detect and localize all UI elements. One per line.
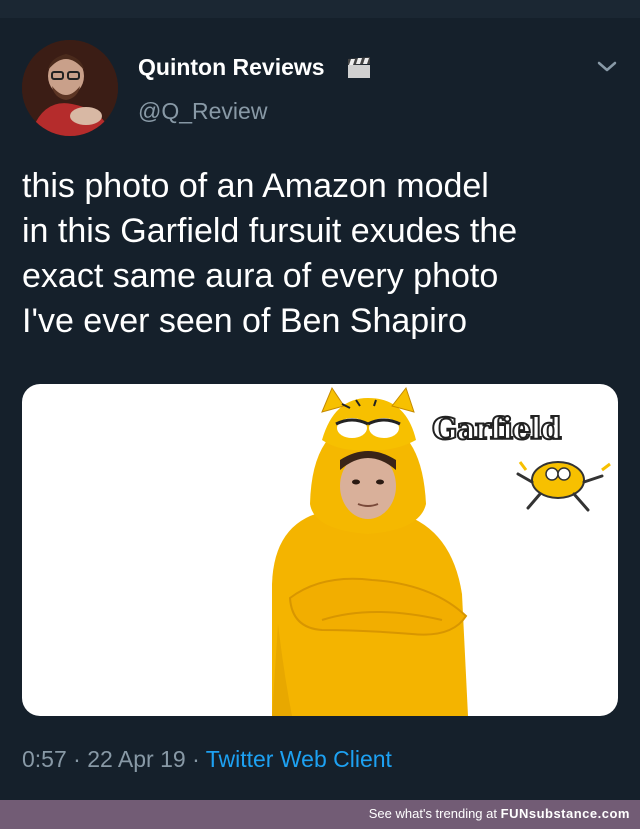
separator: · [192,746,200,772]
client-link[interactable]: Twitter Web Client [206,746,392,772]
avatar[interactable] [22,40,118,136]
top-strip [0,0,640,18]
handle[interactable]: @Q_Review [138,98,267,125]
chevron-down-icon[interactable] [594,58,620,76]
separator: · [73,746,81,772]
tweet-image[interactable]: Garfield [22,384,618,716]
garfield-logo: Garfield [431,411,563,448]
footer-text[interactable]: See what's trending at FUNsubstance.com [369,806,630,821]
tweet-card: Quinton Reviews @Q_Review this photo of … [0,18,640,800]
footer-bar: See what's trending at FUNsubstance.com [0,800,640,829]
footer-prefix: See what's trending at [368,806,497,821]
tweet-text: this photo of an Amazon model in this Ga… [22,167,518,340]
tweet-meta: 0:57 · 22 Apr 19 · Twitter Web Client [22,746,392,773]
display-name[interactable]: Quinton Reviews [138,54,325,81]
footer-brand[interactable]: FUNsubstance.com [501,806,630,821]
tweet-date[interactable]: 22 Apr 19 [87,746,185,772]
clapperboard-icon [346,56,372,80]
tweet-time[interactable]: 0:57 [22,746,67,772]
